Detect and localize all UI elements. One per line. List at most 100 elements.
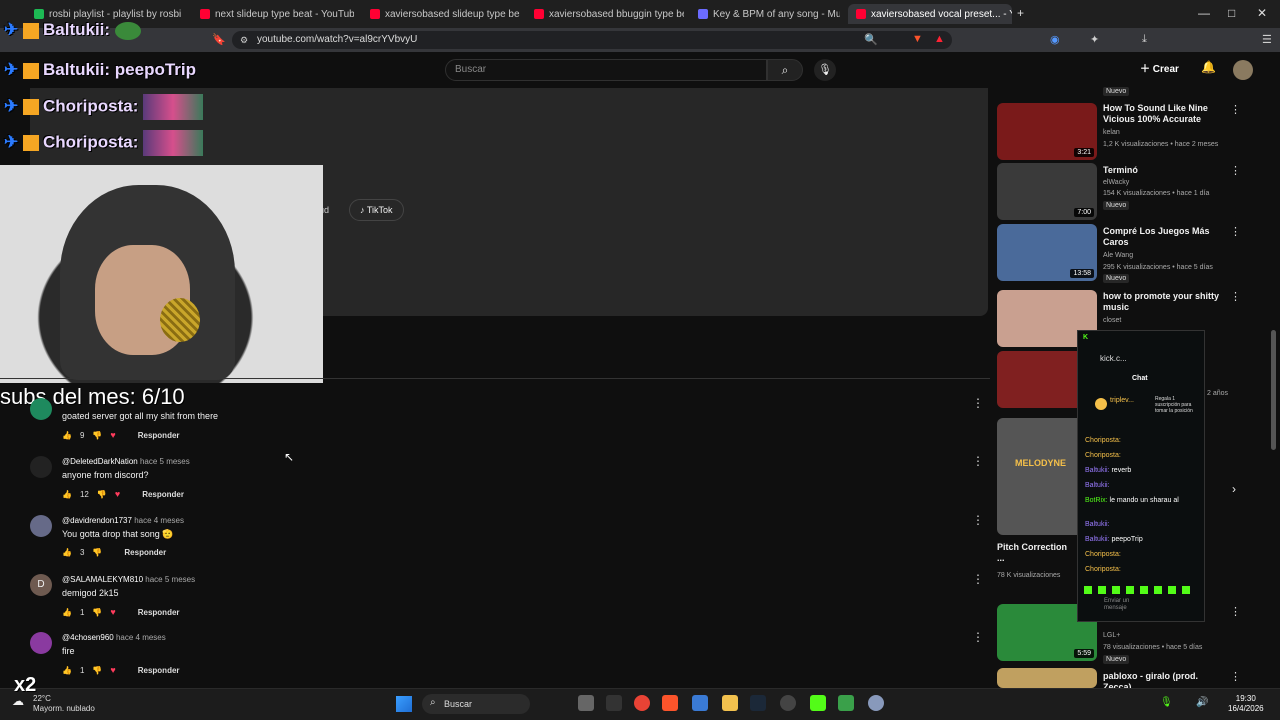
video-title[interactable]: Pitch Correction ... xyxy=(997,542,1067,564)
download-icon[interactable]: ⤓ xyxy=(1142,33,1147,46)
spotify-icon xyxy=(34,9,44,19)
video-title[interactable]: How To Sound Like Nine Vicious 100% Accu… xyxy=(1103,103,1228,125)
mic-icon[interactable]: 🎙 xyxy=(814,59,836,81)
avatar[interactable]: D xyxy=(30,574,52,596)
comment-author[interactable]: @davidrendon1737 hace 4 meses xyxy=(62,516,184,525)
reply-button[interactable]: Responder xyxy=(138,608,180,617)
like-icon[interactable]: 👍 xyxy=(62,608,72,617)
epic-games-icon[interactable] xyxy=(606,695,622,711)
avatar[interactable] xyxy=(30,398,52,420)
address-bar[interactable]: youtube.com/watch?v=al9crYVbvyU xyxy=(232,31,952,49)
maximize-button[interactable]: □ xyxy=(1228,6,1235,20)
file-explorer-icon[interactable] xyxy=(722,695,738,711)
site-info-icon[interactable]: ⚙ xyxy=(240,35,248,46)
more-icon[interactable]: ⋮ xyxy=(1230,605,1241,618)
chrome-icon[interactable] xyxy=(634,695,650,711)
browser-tab-2[interactable]: xaviersobased slideup type beat @m xyxy=(362,4,520,24)
kick-send-input[interactable]: Enviar un mensaje xyxy=(1104,598,1134,612)
create-button[interactable]: ＋ Crear xyxy=(1140,60,1179,75)
video-title[interactable]: Terminó xyxy=(1103,165,1228,176)
like-icon[interactable]: 👍 xyxy=(62,490,72,499)
obs-icon[interactable] xyxy=(780,695,796,711)
browser-tab-3[interactable]: xaviersobased bbuggin type beat @m xyxy=(526,4,684,24)
reply-button[interactable]: Responder xyxy=(138,431,180,440)
more-icon[interactable]: ⋮ xyxy=(1230,103,1241,116)
dislike-icon[interactable]: 👎 xyxy=(97,490,107,499)
dislike-icon[interactable]: 👎 xyxy=(92,608,102,617)
kick-icon[interactable] xyxy=(810,695,826,711)
video-thumbnail[interactable]: 13:58 xyxy=(997,224,1097,281)
video-title[interactable]: how to promote your shitty music xyxy=(1103,291,1228,313)
more-icon[interactable]: ⋮ xyxy=(1230,164,1241,177)
avatar[interactable] xyxy=(1233,60,1253,80)
tiktok-link[interactable]: ♪ TikTok xyxy=(349,199,404,221)
like-icon[interactable]: 👍 xyxy=(62,431,72,440)
more-icon[interactable]: ⋮ xyxy=(972,513,984,527)
store-icon[interactable] xyxy=(692,695,708,711)
search-button[interactable]: ⌕ xyxy=(767,59,803,81)
kick-url[interactable]: kick.c... xyxy=(1100,354,1127,363)
windows-start-icon[interactable] xyxy=(396,696,412,712)
video-channel[interactable]: Ale Wang xyxy=(1103,250,1233,261)
bookmark-icon[interactable]: 🔖 xyxy=(212,33,226,46)
extensions-puzzle-icon[interactable]: ✦ xyxy=(1090,33,1099,46)
more-icon[interactable]: ⋮ xyxy=(972,572,984,586)
browser-tab-active[interactable]: xaviersobased vocal preset... - Yo✕ xyxy=(848,4,1012,24)
steam-icon[interactable] xyxy=(750,695,766,711)
browser-tab-4[interactable]: Key & BPM of any song - Music Data xyxy=(690,4,840,24)
video-channel[interactable]: LGL+ xyxy=(1103,630,1233,641)
dislike-icon[interactable]: 👎 xyxy=(92,666,102,675)
bell-icon[interactable]: 🔔 xyxy=(1201,60,1216,74)
video-channel[interactable]: elWacky xyxy=(1103,177,1233,188)
more-icon[interactable]: ⋮ xyxy=(972,630,984,644)
video-title[interactable]: Compré Los Juegos Más Caros xyxy=(1103,226,1228,248)
browser-tab-1[interactable]: next slideup type beat - YouTube xyxy=(192,4,354,24)
comment-author[interactable]: @SALAMALEKYM810 hace 5 meses xyxy=(62,575,195,584)
kick-pinned-user[interactable]: triplev... xyxy=(1110,397,1134,404)
reply-button[interactable]: Responder xyxy=(138,666,180,675)
comment-author[interactable]: @DeletedDarkNation hace 5 meses xyxy=(62,457,190,466)
like-icon[interactable]: 👍 xyxy=(62,666,72,675)
video-thumbnail[interactable]: 7:00 xyxy=(997,163,1097,220)
settings-icon[interactable] xyxy=(868,695,884,711)
more-icon[interactable]: ⋮ xyxy=(972,396,984,410)
more-icon[interactable]: ⋮ xyxy=(972,454,984,468)
extension-icon[interactable]: ◉ xyxy=(1050,33,1060,46)
weather-icon[interactable]: ☁ xyxy=(12,694,24,708)
emote-bar[interactable] xyxy=(1084,586,1194,594)
mic-tray-icon[interactable]: 🎙 xyxy=(1160,697,1173,708)
comment-author[interactable]: @4chosen960 hace 4 meses xyxy=(62,633,166,642)
reply-button[interactable]: Responder xyxy=(142,490,184,499)
avatar[interactable] xyxy=(30,515,52,537)
reply-button[interactable]: Responder xyxy=(124,548,166,557)
weather-widget[interactable]: 22°C Mayorm. nublado xyxy=(33,694,95,714)
brave-rewards-icon[interactable]: ▲ xyxy=(934,33,945,45)
new-tab-button[interactable]: + xyxy=(1017,6,1024,20)
menu-icon[interactable]: ☰ xyxy=(1262,33,1272,46)
chevron-right-icon[interactable]: › xyxy=(1232,482,1236,496)
close-window-button[interactable]: ✕ xyxy=(1257,6,1267,20)
video-thumbnail[interactable]: 3:21 xyxy=(997,103,1097,160)
zoom-icon[interactable]: 🔍 xyxy=(864,33,878,46)
video-channel[interactable]: kelan xyxy=(1103,127,1233,138)
like-icon[interactable]: 👍 xyxy=(62,548,72,557)
video-thumbnail[interactable] xyxy=(997,668,1097,688)
more-icon[interactable]: ⋮ xyxy=(1230,670,1241,683)
app-icon[interactable] xyxy=(838,695,854,711)
volume-icon[interactable]: 🔊 xyxy=(1196,697,1208,708)
video-channel[interactable]: closet xyxy=(1103,315,1233,326)
dislike-icon[interactable]: 👎 xyxy=(92,431,102,440)
clock[interactable]: 19:30 16/4/2026 xyxy=(1228,694,1264,714)
avatar[interactable] xyxy=(30,456,52,478)
brave-icon[interactable] xyxy=(662,695,678,711)
brave-shield-icon[interactable]: ▼ xyxy=(912,33,923,45)
more-icon[interactable]: ⋮ xyxy=(1230,225,1241,238)
dislike-icon[interactable]: 👎 xyxy=(92,548,102,557)
minimize-button[interactable]: — xyxy=(1198,6,1210,20)
taskbar-search[interactable]: Buscar xyxy=(422,694,530,714)
more-icon[interactable]: ⋮ xyxy=(1230,290,1241,303)
search-input[interactable]: Buscar xyxy=(445,59,767,81)
avatar[interactable] xyxy=(30,632,52,654)
scrollbar[interactable] xyxy=(1271,330,1276,450)
task-view-icon[interactable] xyxy=(578,695,594,711)
